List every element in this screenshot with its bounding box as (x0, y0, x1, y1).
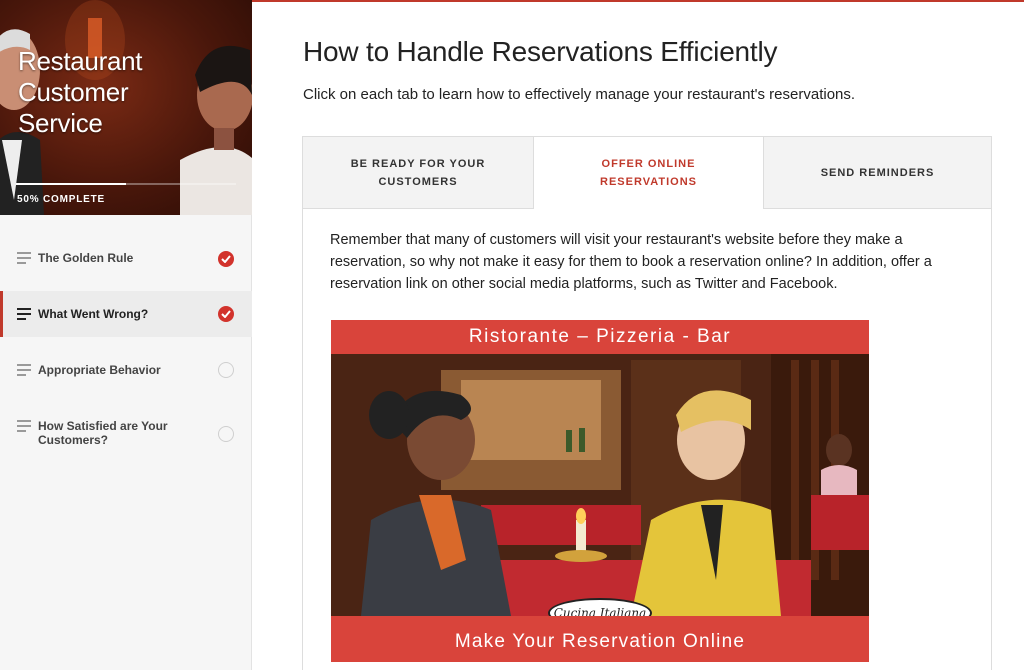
lines-icon (17, 420, 31, 435)
tab-label: SEND REMINDERS (820, 166, 935, 179)
lesson-item-how-satisfied[interactable]: How Satisfied are Your Customers? (0, 405, 252, 465)
sidebar: Restaurant Customer Service 50% COMPLETE… (0, 0, 252, 670)
tab-send-reminders[interactable]: SEND REMINDERS (763, 137, 991, 209)
tab-label: BE READY FOR YOUR CUSTOMERS (350, 157, 486, 188)
top-accent-line (252, 0, 1024, 2)
course-title: Restaurant Customer Service (18, 46, 143, 138)
check-icon (218, 306, 234, 322)
incomplete-circle-icon (218, 362, 234, 378)
page-intro: Click on each tab to learn how to effect… (303, 86, 856, 103)
lesson-item-golden-rule[interactable]: The Golden Rule (0, 230, 252, 286)
reservation-image: Ristorante – Pizzeria - Bar Cucina Itali… (331, 320, 869, 662)
tab-body-text: Remember that many of customers will vis… (330, 232, 932, 292)
lines-icon (17, 364, 31, 379)
tab-label: OFFER ONLINE RESERVATIONS (600, 158, 697, 188)
tab-be-ready[interactable]: BE READY FOR YOUR CUSTOMERS (303, 137, 534, 209)
progress-bar-fill (16, 183, 126, 185)
lesson-label: What Went Wrong? (38, 307, 149, 321)
lines-icon (17, 308, 31, 323)
course-hero: Restaurant Customer Service 50% COMPLETE (0, 0, 252, 215)
tab-offer-online-reservations[interactable]: OFFER ONLINE RESERVATIONS (534, 137, 763, 209)
lesson-item-what-went-wrong[interactable]: What Went Wrong? (0, 291, 252, 337)
progress-label: 50% COMPLETE (17, 194, 105, 205)
progress-bar (16, 183, 236, 185)
lesson-item-appropriate-behavior[interactable]: Appropriate Behavior (0, 343, 252, 399)
tabs-container: BE READY FOR YOUR CUSTOMERS OFFER ONLINE… (302, 136, 992, 670)
lesson-label: Appropriate Behavior (38, 363, 161, 377)
image-banner-bottom: Make Your Reservation Online (331, 616, 869, 662)
check-icon (218, 251, 234, 267)
lesson-label: The Golden Rule (38, 251, 134, 265)
lesson-label: How Satisfied are Your Customers? (38, 419, 168, 447)
page-title: How to Handle Reservations Efficiently (303, 36, 778, 67)
lines-icon (17, 252, 31, 267)
image-banner-top: Ristorante – Pizzeria - Bar (331, 320, 869, 354)
incomplete-circle-icon (218, 426, 234, 442)
